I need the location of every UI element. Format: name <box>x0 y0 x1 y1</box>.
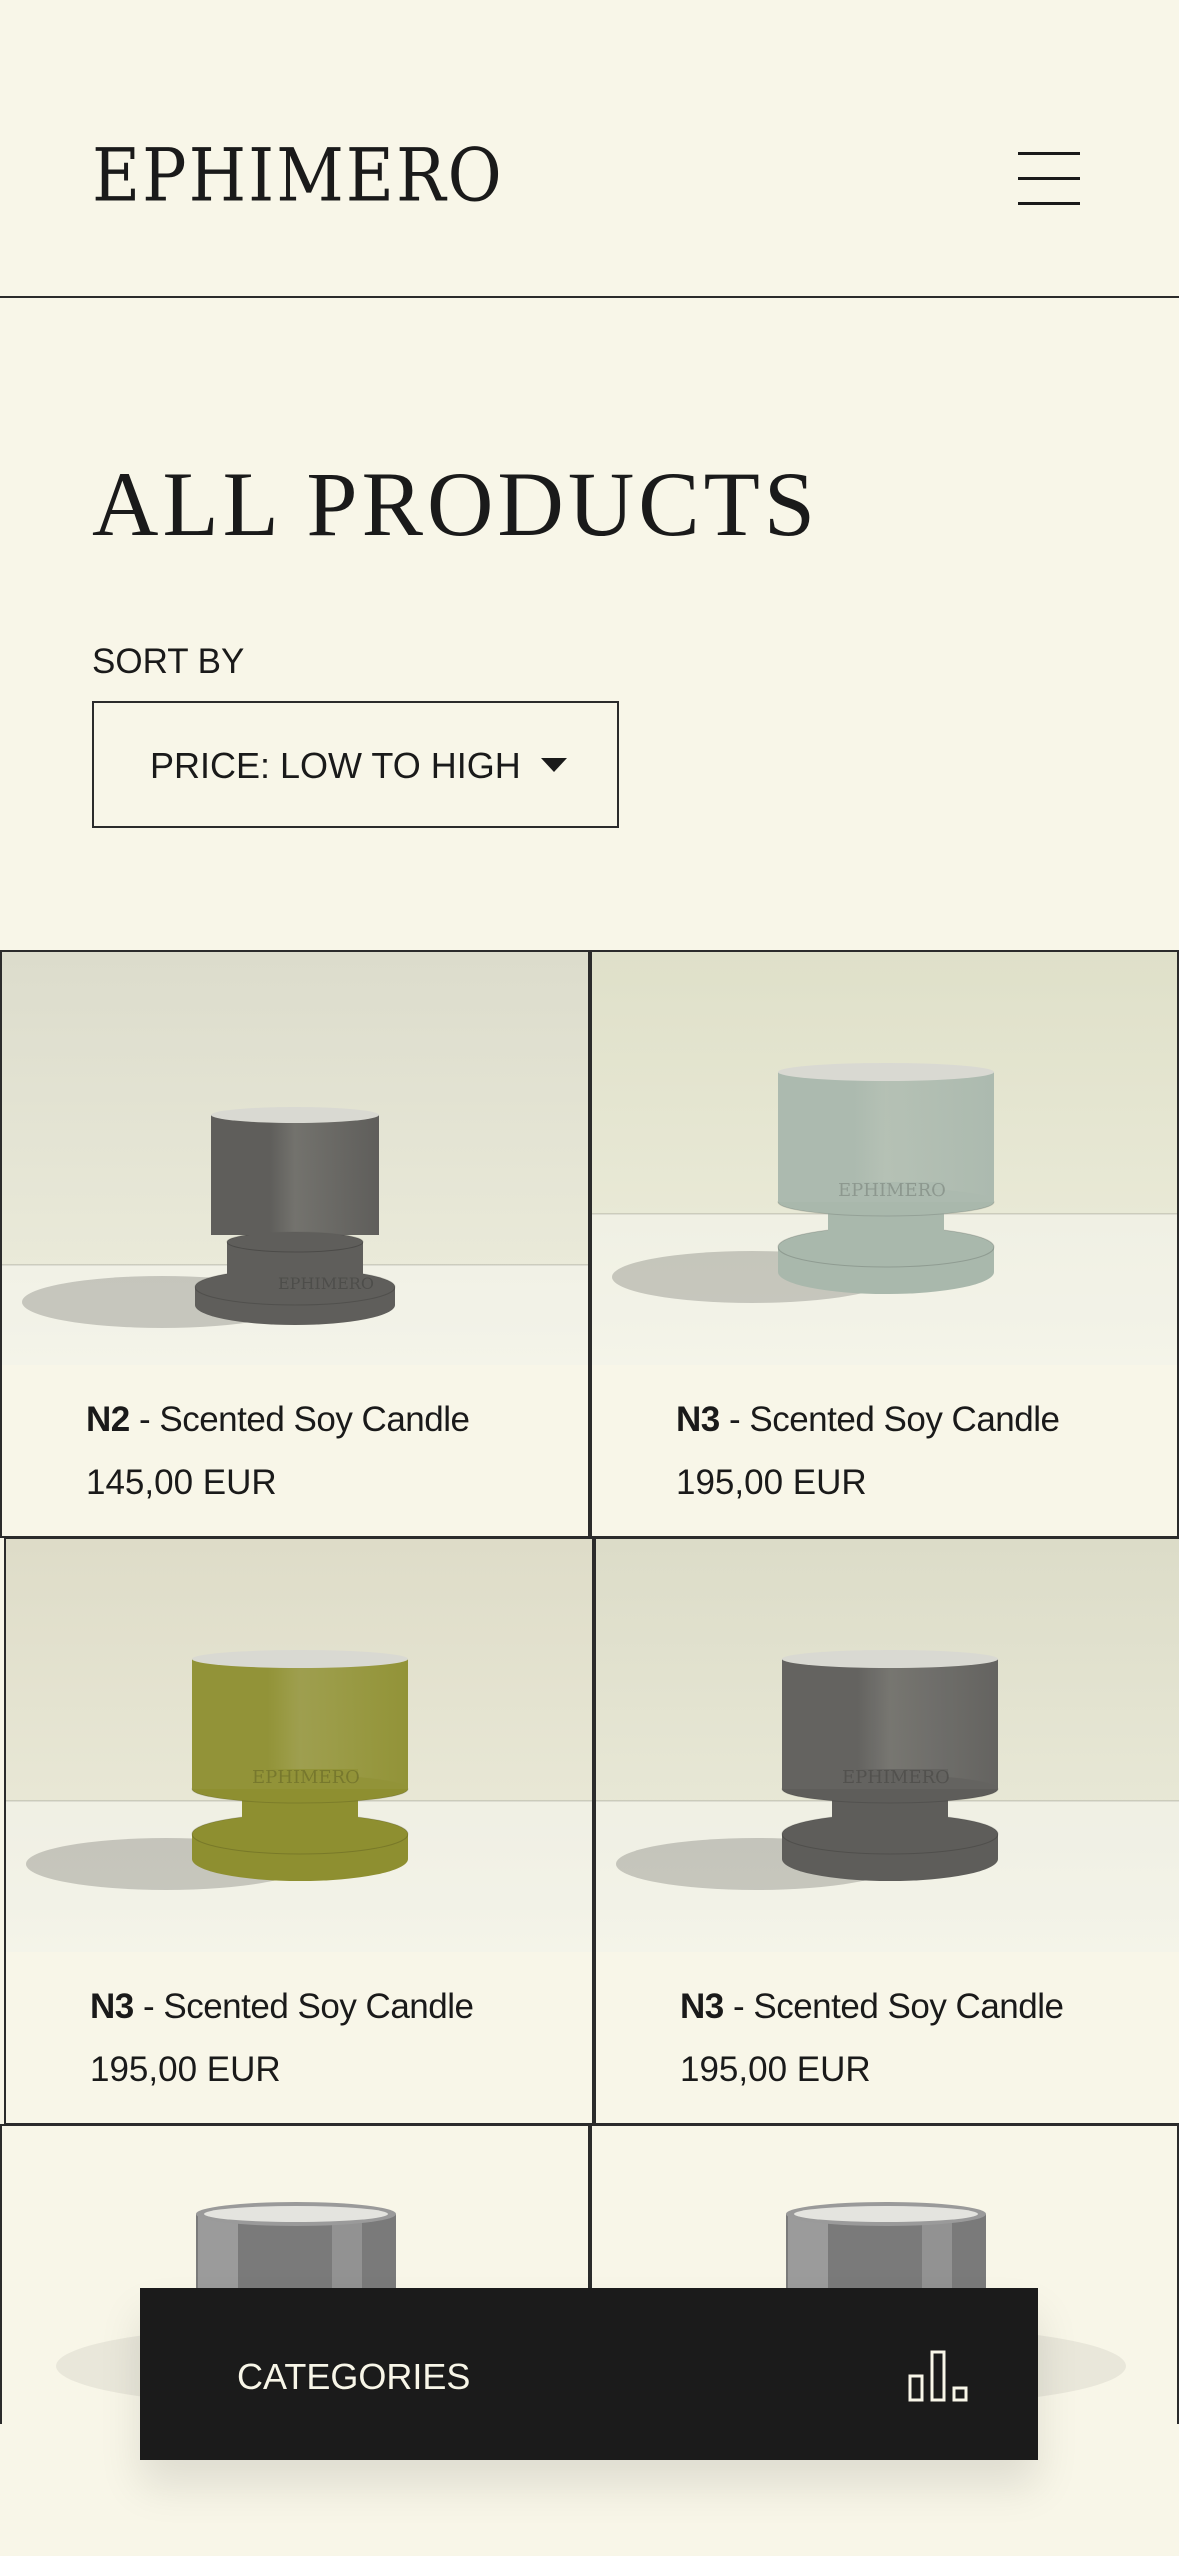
product-info: N2 - Scented Soy Candle 145,00 EUR <box>86 1400 470 1503</box>
product-name: Scented Soy Candle <box>163 1987 474 2026</box>
product-title[interactable]: N3 - Scented Soy Candle <box>680 1987 1064 2027</box>
product-name: Scented Soy Candle <box>749 1400 1060 1439</box>
product-title[interactable]: N3 - Scented Soy Candle <box>676 1400 1060 1440</box>
product-title[interactable]: N2 - Scented Soy Candle <box>86 1400 470 1440</box>
svg-text:EPHIMERO: EPHIMERO <box>838 1180 946 1201</box>
svg-text:EPHIMERO: EPHIMERO <box>842 1767 950 1788</box>
hamburger-menu-icon[interactable] <box>1018 152 1082 208</box>
bar-chart-icon <box>908 2350 968 2402</box>
product-image[interactable]: EPHIMERO <box>6 1539 592 1952</box>
product-info: N3 - Scented Soy Candle 195,00 EUR <box>90 1987 474 2090</box>
product-card[interactable]: EPHIMERO N3 - Scented Soy Candle 195,00 EU… <box>594 1537 1179 2125</box>
menu-line <box>1018 202 1080 205</box>
product-info: N3 - Scented Soy Candle 195,00 EUR <box>676 1400 1060 1503</box>
product-number: N3 <box>680 1987 724 2026</box>
title-separator: - <box>133 1987 164 2026</box>
product-name: Scented Soy Candle <box>159 1400 470 1439</box>
product-image[interactable]: EPHIMERO <box>596 1539 1179 1952</box>
categories-button[interactable]: CATEGORIES <box>140 2288 1038 2460</box>
product-image[interactable]: EPHIMERO <box>592 952 1177 1365</box>
title-separator: - <box>129 1400 160 1439</box>
sort-label: SORT BY <box>92 642 245 681</box>
title-separator: - <box>723 1987 754 2026</box>
svg-text:EPHIMERO: EPHIMERO <box>278 1274 374 1293</box>
product-price: 195,00 EUR <box>676 1463 867 1502</box>
product-price: 195,00 EUR <box>90 2050 281 2089</box>
product-number: N2 <box>86 1400 130 1439</box>
product-card[interactable]: EPHIMERO N2 - Scented Soy Candle 145,00 EU… <box>0 950 590 1538</box>
product-price: 195,00 EUR <box>680 2050 871 2089</box>
page-title: ALL PRODUCTS <box>92 453 819 555</box>
product-name: Scented Soy Candle <box>753 1987 1064 2026</box>
product-title[interactable]: N3 - Scented Soy Candle <box>90 1987 474 2027</box>
product-number: N3 <box>676 1400 720 1439</box>
categories-label: CATEGORIES <box>237 2356 471 2397</box>
caret-down-icon <box>541 758 567 772</box>
product-image[interactable]: EPHIMERO <box>2 952 588 1365</box>
site-header: EPHIMERO <box>0 0 1179 298</box>
product-info: N3 - Scented Soy Candle 195,00 EUR <box>680 1987 1064 2090</box>
product-card[interactable]: EPHIMERO N3 - Scented Soy Candle 195,00 EU… <box>4 1537 594 2125</box>
title-separator: - <box>719 1400 750 1439</box>
product-card[interactable]: EPHIMERO N3 - Scented Soy Candle 195,00 EU… <box>590 950 1179 1538</box>
brand-logo[interactable]: EPHIMERO <box>92 139 504 213</box>
sort-dropdown[interactable]: PRICE: LOW TO HIGH <box>92 701 619 828</box>
product-number: N3 <box>90 1987 134 2026</box>
product-price: 145,00 EUR <box>86 1463 277 1502</box>
sort-selected-value: PRICE: LOW TO HIGH <box>150 745 521 786</box>
svg-text:EPHIMERO: EPHIMERO <box>252 1767 360 1788</box>
menu-line <box>1018 177 1080 180</box>
menu-line <box>1018 152 1080 155</box>
